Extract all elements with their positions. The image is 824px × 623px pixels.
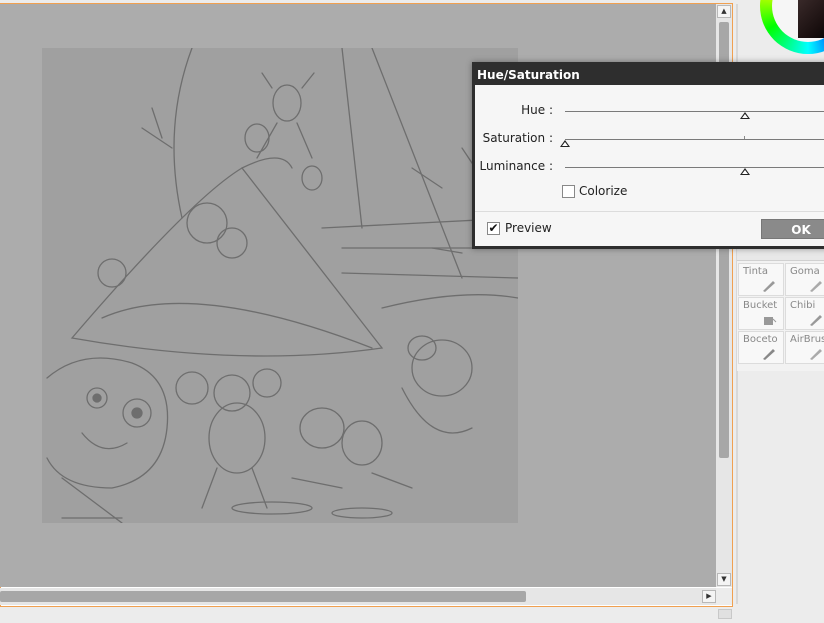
dialog-divider: [475, 211, 824, 212]
tool-boceto[interactable]: Boceto: [738, 331, 784, 364]
tool-tinta[interactable]: Tinta: [738, 263, 784, 296]
sketch-drawing: [46, 48, 518, 523]
saturation-label: Saturation :: [482, 131, 553, 145]
eraser-icon: [810, 281, 822, 292]
luminance-label: Luminance :: [479, 159, 553, 173]
pen-icon: [763, 281, 775, 292]
tool-bucket[interactable]: Bucket: [738, 297, 784, 330]
scroll-up-button[interactable]: ▲: [717, 5, 731, 18]
tool-goma[interactable]: Goma: [785, 263, 824, 296]
tool-label: AirBrush: [790, 334, 824, 345]
hue-label: Hue :: [521, 103, 553, 117]
horizontal-scrollbar[interactable]: [0, 588, 716, 605]
hue-saturation-dialog: Hue/Saturation Hue : Saturation : Lumina…: [472, 62, 824, 249]
saturation-center-tick: [744, 136, 745, 139]
preview-label[interactable]: Preview: [505, 221, 552, 235]
luminance-slider-handle[interactable]: [740, 168, 750, 175]
tool-label: Tinta: [743, 266, 768, 277]
saturation-slider-track: [565, 139, 824, 140]
tools-panel-header: [737, 248, 824, 261]
color-picker-square[interactable]: [798, 0, 824, 38]
saturation-slider-handle[interactable]: [560, 140, 570, 147]
colorize-checkbox[interactable]: [562, 185, 575, 198]
luminance-slider-track: [565, 167, 824, 168]
panel-collapse-button[interactable]: [718, 609, 732, 619]
airbrush-icon: [810, 349, 822, 360]
tool-airbrush[interactable]: AirBrush: [785, 331, 824, 364]
scrollbar-corner: [716, 588, 732, 605]
dialog-title[interactable]: Hue/Saturation: [475, 65, 824, 85]
scroll-right-button[interactable]: ▶: [702, 590, 716, 603]
tool-chibi[interactable]: Chibi: [785, 297, 824, 330]
horizontal-scroll-thumb[interactable]: [0, 591, 526, 602]
custom-tools-panel: Tinta Goma Bucket Chibi Boceto AirBrush: [737, 248, 824, 371]
tool-label: Boceto: [743, 334, 778, 345]
hue-slider-handle[interactable]: [740, 112, 750, 119]
preview-checkbox[interactable]: ✔: [487, 222, 500, 235]
tool-label: Chibi: [790, 300, 816, 311]
pencil-icon: [763, 349, 775, 360]
dialog-body: Hue : Saturation : Luminance : Colorize …: [475, 85, 824, 246]
tool-label: Goma: [790, 266, 820, 277]
bucket-icon: [764, 317, 777, 325]
colorize-label[interactable]: Colorize: [579, 184, 627, 198]
scroll-down-button[interactable]: ▼: [717, 573, 731, 586]
hue-slider-track: [565, 111, 824, 112]
tool-label: Bucket: [743, 300, 778, 311]
artwork-canvas[interactable]: [42, 48, 518, 523]
ok-button[interactable]: OK: [761, 219, 824, 239]
pen-icon: [810, 315, 822, 326]
